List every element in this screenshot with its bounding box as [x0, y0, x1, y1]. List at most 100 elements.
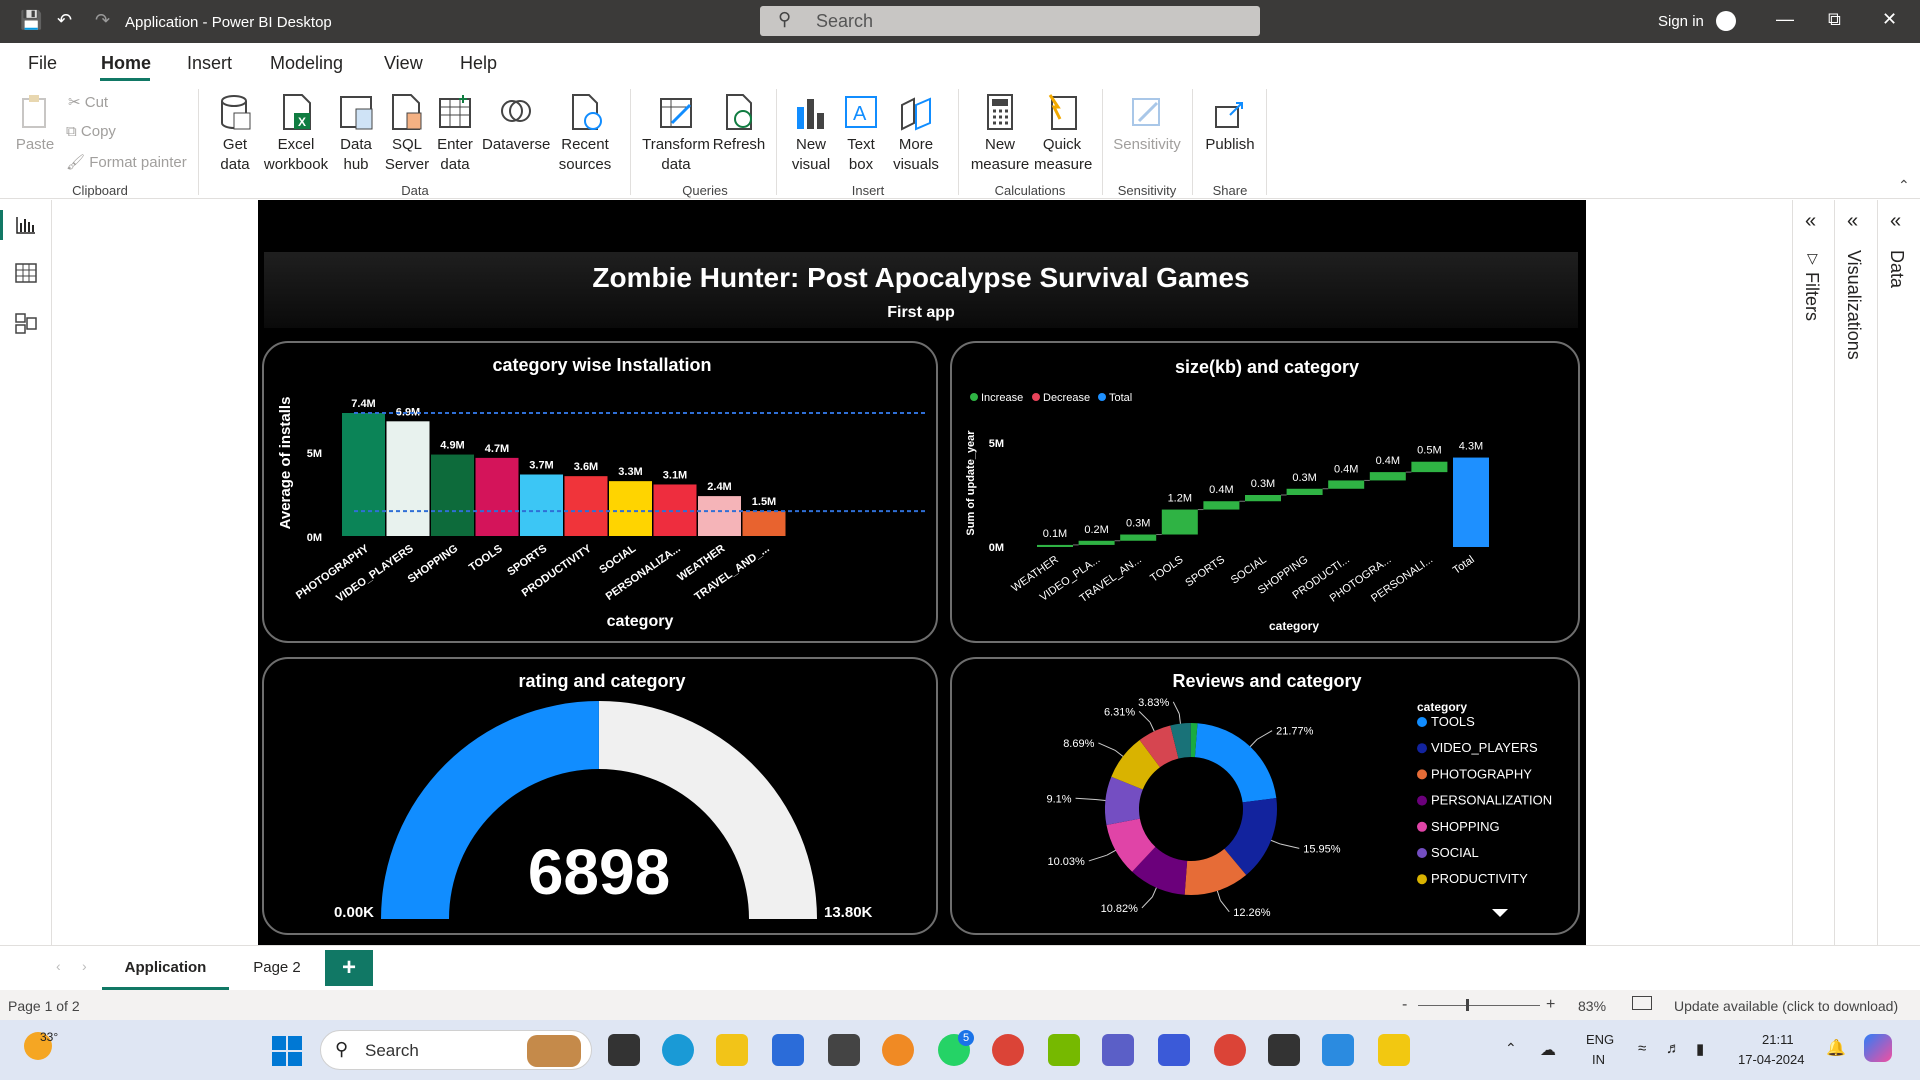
zoom-slider[interactable]: [1418, 1005, 1540, 1006]
table-view-icon[interactable]: [14, 262, 38, 284]
app-icon[interactable]: [828, 1034, 860, 1066]
enter-data-button[interactable]: Enter data: [432, 93, 478, 175]
get-data-button[interactable]: Get data: [208, 93, 262, 175]
language-secondary[interactable]: IN: [1592, 1052, 1605, 1067]
copy-label: Copy: [80, 123, 116, 140]
store-icon[interactable]: [772, 1034, 804, 1066]
chrome-icon[interactable]: [1214, 1034, 1246, 1066]
bar: [431, 454, 474, 536]
collapse-ribbon-icon[interactable]: ⌃: [1898, 177, 1910, 194]
data-pane[interactable]: « Data: [1877, 200, 1920, 945]
paste-button[interactable]: Paste: [10, 93, 60, 155]
more-visuals-button[interactable]: More visuals: [886, 93, 946, 175]
taskbar-search-placeholder: Search: [365, 1041, 419, 1060]
onedrive-icon[interactable]: ☁: [1540, 1040, 1556, 1060]
save-icon[interactable]: 💾: [20, 10, 42, 31]
wifi-icon[interactable]: ≈: [1638, 1040, 1646, 1057]
new-visual-button[interactable]: New visual: [786, 93, 836, 175]
copilot-icon[interactable]: [1864, 1034, 1892, 1062]
fit-to-page-icon[interactable]: [1632, 996, 1652, 1010]
new-measure-button[interactable]: New measure: [968, 93, 1032, 175]
language-primary[interactable]: ENG: [1586, 1032, 1614, 1047]
volume-icon[interactable]: ♬: [1666, 1040, 1681, 1057]
avatar[interactable]: [1716, 11, 1736, 31]
reviews-donut-card[interactable]: Reviews and category 21.77% 15.95% 12.26% 1…: [950, 657, 1580, 935]
zoom-out-icon[interactable]: -: [1402, 996, 1407, 1014]
collapse-data-icon[interactable]: «: [1890, 210, 1901, 233]
terminal-icon[interactable]: [1268, 1034, 1300, 1066]
clock-date[interactable]: 17-04-2024: [1738, 1052, 1805, 1067]
next-page-icon[interactable]: ›: [82, 958, 87, 974]
data-label: 4.7M: [485, 443, 509, 455]
chrome-icon[interactable]: [992, 1034, 1024, 1066]
undo-icon[interactable]: ↶: [57, 10, 72, 31]
sensitivity-button[interactable]: Sensitivity: [1110, 93, 1184, 155]
menu-help[interactable]: Help: [460, 53, 497, 74]
bar-chart-svg: 5M 0M Average of installs category 7.4M PHOTO…: [277, 397, 926, 630]
app-icon[interactable]: [1102, 1034, 1134, 1066]
collapse-visualizations-icon[interactable]: «: [1847, 210, 1858, 233]
app-icon[interactable]: [1158, 1034, 1190, 1066]
size-waterfall-chart-card[interactable]: size(kb) and category Increase Decrease To…: [950, 341, 1580, 643]
text-box-button[interactable]: A Text box: [838, 93, 884, 175]
transform-data-button[interactable]: Transform data: [640, 93, 712, 175]
chevron-up-icon[interactable]: ⌃: [1505, 1040, 1517, 1057]
sign-in-link[interactable]: Sign in: [1658, 13, 1704, 30]
recent-sources-button[interactable]: Recent sources: [552, 93, 618, 175]
cut-button[interactable]: ✂ Cut: [68, 93, 108, 111]
report-view-icon[interactable]: [14, 214, 38, 236]
zoom-in-icon[interactable]: +: [1546, 996, 1555, 1014]
power-bi-icon[interactable]: [1378, 1034, 1410, 1066]
add-page-button[interactable]: +: [325, 950, 373, 986]
prev-page-icon[interactable]: ‹: [56, 958, 61, 974]
rating-gauge-card[interactable]: rating and category 6898 0.00K 13.80K: [262, 657, 938, 935]
page-tab-page-2[interactable]: Page 2: [236, 946, 318, 990]
waterfall-bar: [1161, 509, 1198, 535]
start-icon[interactable]: [272, 1036, 302, 1071]
menu-file[interactable]: File: [28, 53, 57, 74]
copy-button[interactable]: ⧉ Copy: [66, 123, 116, 140]
minimize-icon[interactable]: —: [1776, 9, 1794, 30]
menu-insert[interactable]: Insert: [187, 53, 232, 74]
redo-icon[interactable]: ↷: [95, 10, 110, 31]
page-tab-application[interactable]: Application: [102, 946, 229, 990]
battery-icon[interactable]: ▮: [1696, 1040, 1704, 1058]
dataverse-button[interactable]: Dataverse: [482, 93, 550, 155]
excel-workbook-button[interactable]: X Excel workbook: [262, 93, 330, 175]
taskbar-search[interactable]: ⚲ Search: [320, 1030, 592, 1070]
menu-modeling[interactable]: Modeling: [270, 53, 343, 74]
menu-bar: File Home Insert Modeling View Help: [0, 43, 1920, 83]
waterfall-bar: [1411, 461, 1448, 473]
zoom-slider-thumb[interactable]: [1466, 999, 1469, 1011]
search-input[interactable]: ⚲ Search: [760, 6, 1260, 36]
sql-server-button[interactable]: SQL Server: [384, 93, 430, 175]
notification-bell-icon[interactable]: 🔔: [1826, 1038, 1846, 1058]
app-icon[interactable]: [1322, 1034, 1354, 1066]
file-explorer-icon[interactable]: [716, 1034, 748, 1066]
installs-bar-chart-card[interactable]: category wise Installation 5M 0M Average o…: [262, 341, 938, 643]
refresh-button[interactable]: Refresh: [712, 93, 766, 155]
data-hub-button[interactable]: Data hub: [332, 93, 380, 175]
task-view-icon[interactable]: [608, 1034, 640, 1066]
quick-measure-button[interactable]: Quick measure: [1034, 93, 1092, 175]
edge-icon[interactable]: [662, 1034, 694, 1066]
restore-icon[interactable]: ⧉: [1828, 9, 1841, 30]
visualizations-pane[interactable]: « Visualizations: [1834, 200, 1877, 945]
publish-button[interactable]: Publish: [1200, 93, 1260, 155]
nvidia-icon[interactable]: [1048, 1034, 1080, 1066]
clock-time[interactable]: 21:11: [1762, 1032, 1794, 1047]
format-painter-button[interactable]: 🖌 Format painter: [66, 153, 187, 171]
app-icon[interactable]: [882, 1034, 914, 1066]
legend-label: SHOPPING: [1431, 819, 1500, 834]
update-available-link[interactable]: Update available (click to download): [1674, 998, 1898, 1014]
model-view-icon[interactable]: [14, 312, 38, 334]
waterfall-bar: [1120, 534, 1157, 541]
menu-view[interactable]: View: [384, 53, 423, 74]
menu-home[interactable]: Home: [101, 53, 151, 74]
filters-pane[interactable]: « ▽ Filters: [1792, 200, 1833, 945]
close-icon[interactable]: ✕: [1882, 9, 1897, 30]
legend-marker: [1417, 874, 1427, 885]
legend-marker: [1417, 743, 1427, 754]
collapse-filters-icon[interactable]: «: [1805, 210, 1816, 233]
waterfall-bar: [1453, 457, 1489, 547]
